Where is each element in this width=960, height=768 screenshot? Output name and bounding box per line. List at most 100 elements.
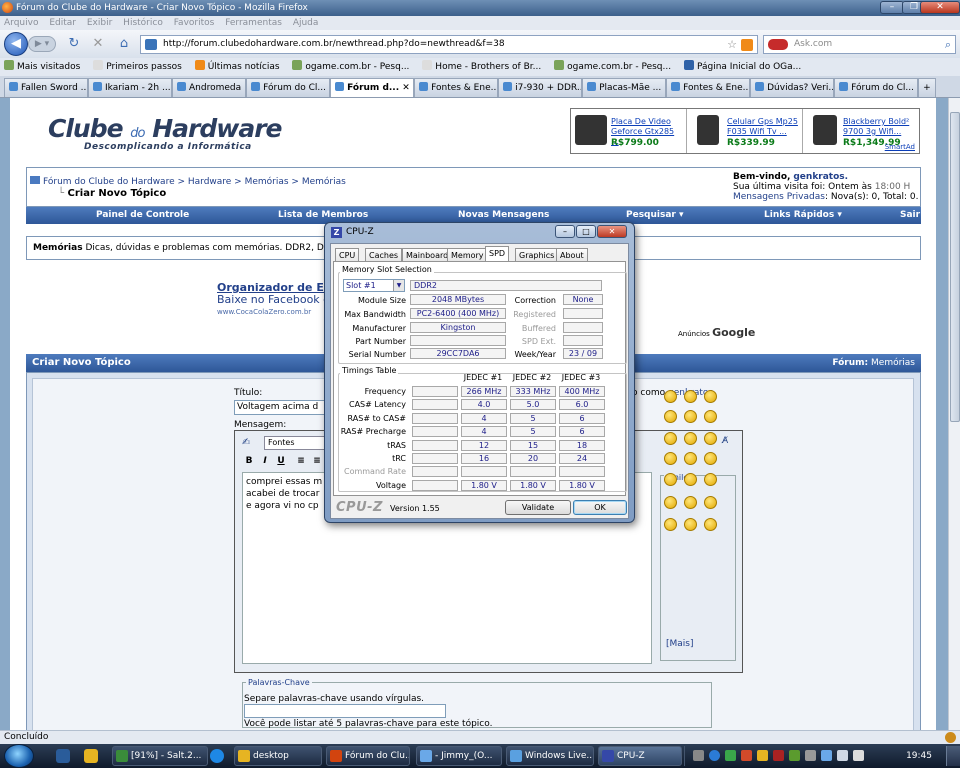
site-logo[interactable]: Clube do Hardware [48,114,283,143]
new-tab-button[interactable]: + [918,78,936,97]
bookmark-item[interactable]: Últimas notícias [194,58,280,76]
browser-tab[interactable]: Fontes & Ene... [414,78,499,97]
smiley-icon[interactable] [684,496,697,509]
align-center-button[interactable]: ≡ [310,455,324,468]
url-bar[interactable]: http://forum.clubedohardware.com.br/newt… [140,35,758,54]
promo-ad[interactable]: Organizador de Eve Baixe no Facebook e j… [217,282,339,318]
volume-icon[interactable] [837,750,848,761]
menu-ajuda[interactable]: Ajuda [293,18,319,28]
ad-item[interactable]: Placa De Video Geforce Gtx285 ... R$799.0… [571,109,687,153]
browser-tab[interactable]: Ikariam - 2h ... [88,78,172,97]
bold-button[interactable]: B [242,455,256,468]
taskbar-button[interactable]: [91%] - Salt.2... [112,746,208,766]
smiley-icon[interactable] [684,452,697,465]
smiley-icon[interactable] [664,390,677,403]
smiley-icon[interactable] [684,432,697,445]
menu-editar[interactable]: Editar [49,18,76,28]
search-engine-icon[interactable] [768,39,788,50]
menu-historico[interactable]: Histórico [123,18,163,28]
cpuz-maximize-button[interactable]: □ [576,225,596,238]
cpuz-minimize-button[interactable]: – [555,225,575,238]
username-link[interactable]: genkratos. [793,172,848,182]
ok-button[interactable]: OK [573,500,627,515]
smiley-icon[interactable] [704,390,717,403]
browser-tab[interactable]: i7-930 + DDR... [498,78,583,97]
smiley-icon[interactable] [704,432,717,445]
smiley-icon[interactable] [684,518,697,531]
menu-arquivo[interactable]: Arquivo [4,18,38,28]
taskbar-button[interactable]: Windows Live... [506,746,594,766]
tray-icon[interactable] [709,750,720,761]
menu-ferramentas[interactable]: Ferramentas [225,18,282,28]
tray-icon[interactable] [757,750,768,761]
rss-icon[interactable] [741,39,753,51]
slot-select[interactable]: Slot #1 ▼ [343,279,405,292]
bookmark-item[interactable]: Mais visitados [4,58,80,76]
tray-icon[interactable] [725,750,736,761]
smartad-link[interactable]: SmartAd [885,143,915,151]
google-ads-label[interactable]: Anúncios Google [678,326,755,339]
smiley-icon[interactable] [664,452,677,465]
italic-button[interactable]: I [258,455,272,468]
nav-user-cp[interactable]: Painel de Controle [96,207,189,224]
browser-tab[interactable]: Fallen Sword ... [4,78,88,97]
browser-tab[interactable]: Dúvidas? Veri... [750,78,835,97]
search-icon[interactable]: ⌕ [945,36,951,53]
tray-icon[interactable] [773,750,784,761]
more-smilies-link[interactable]: [Mais] [666,639,694,649]
smiley-icon[interactable] [664,473,677,486]
tray-icon[interactable] [789,750,800,761]
tab-close-icon[interactable]: ✕ [399,83,410,93]
smiley-icon[interactable] [664,518,677,531]
nav-logout[interactable]: Sair [900,207,920,224]
font-color-icon[interactable]: ✍ [242,437,254,449]
font-select[interactable]: Fontes [264,436,328,450]
switch-mode-icon[interactable]: A̸ [722,436,728,446]
nav-search[interactable]: Pesquisar ▾ [626,207,684,224]
smiley-icon[interactable] [664,410,677,423]
taskbar-button[interactable]: CPU-Z [598,746,682,766]
smiley-icon[interactable] [704,452,717,465]
clock[interactable]: 19:45 [906,746,932,766]
vertical-scrollbar[interactable] [948,98,960,730]
bookmark-item[interactable]: Página Inicial do OGa... [683,58,801,76]
smiley-icon[interactable] [704,518,717,531]
start-button[interactable] [4,744,34,768]
browser-tab[interactable]: Fórum d... ✕ [330,78,415,97]
winamp-icon[interactable] [84,749,98,763]
bookmark-item[interactable]: ogame.com.br - Pesq... [554,58,671,76]
smiley-icon[interactable] [664,432,677,445]
tray-icon[interactable] [805,750,816,761]
reload-icon[interactable]: ↻ [66,36,82,52]
smiley-icon[interactable] [704,410,717,423]
ad-item[interactable]: Celular Gps Mp25 F035 Wifi Tv ... R$339.9… [687,109,803,153]
tray-icon[interactable] [741,750,752,761]
smiley-icon[interactable] [684,473,697,486]
cpuz-close-button[interactable]: ✕ [597,225,627,238]
bookmark-item[interactable]: Primeiros passos [93,58,182,76]
keywords-input[interactable] [244,704,446,718]
nav-quick-links[interactable]: Links Rápidos ▾ [764,207,842,224]
network-icon[interactable] [821,750,832,761]
scrollbar-thumb[interactable] [950,112,960,422]
smiley-icon[interactable] [664,496,677,509]
align-left-button[interactable]: ≡ [294,455,308,468]
smiley-icon[interactable] [684,410,697,423]
flag-icon[interactable] [853,750,864,761]
ie-icon[interactable] [210,749,224,763]
status-icon[interactable] [945,732,956,743]
taskbar-button[interactable]: desktop [234,746,322,766]
forward-button[interactable]: ▶ ▾ [28,36,56,52]
home-icon[interactable]: ⌂ [116,36,132,52]
browser-tab[interactable]: Placas-Mãe ... [582,78,667,97]
bookmark-item[interactable]: Home - Brothers of Br... [422,58,541,76]
show-desktop-icon[interactable] [56,749,70,763]
browser-tab[interactable]: Andromeda [172,78,247,97]
taskbar-button[interactable]: - Jimmy_(O... [416,746,502,766]
search-input[interactable]: Ask.com ⌕ [763,35,956,54]
private-messages-link[interactable]: Mensagens Privadas [733,192,825,202]
browser-tab[interactable]: Fórum do Cl... [246,78,331,97]
minimize-button[interactable]: – [880,1,904,14]
show-desktop-button[interactable] [946,746,960,766]
browser-tab[interactable]: Fórum do Cl... [834,78,919,97]
